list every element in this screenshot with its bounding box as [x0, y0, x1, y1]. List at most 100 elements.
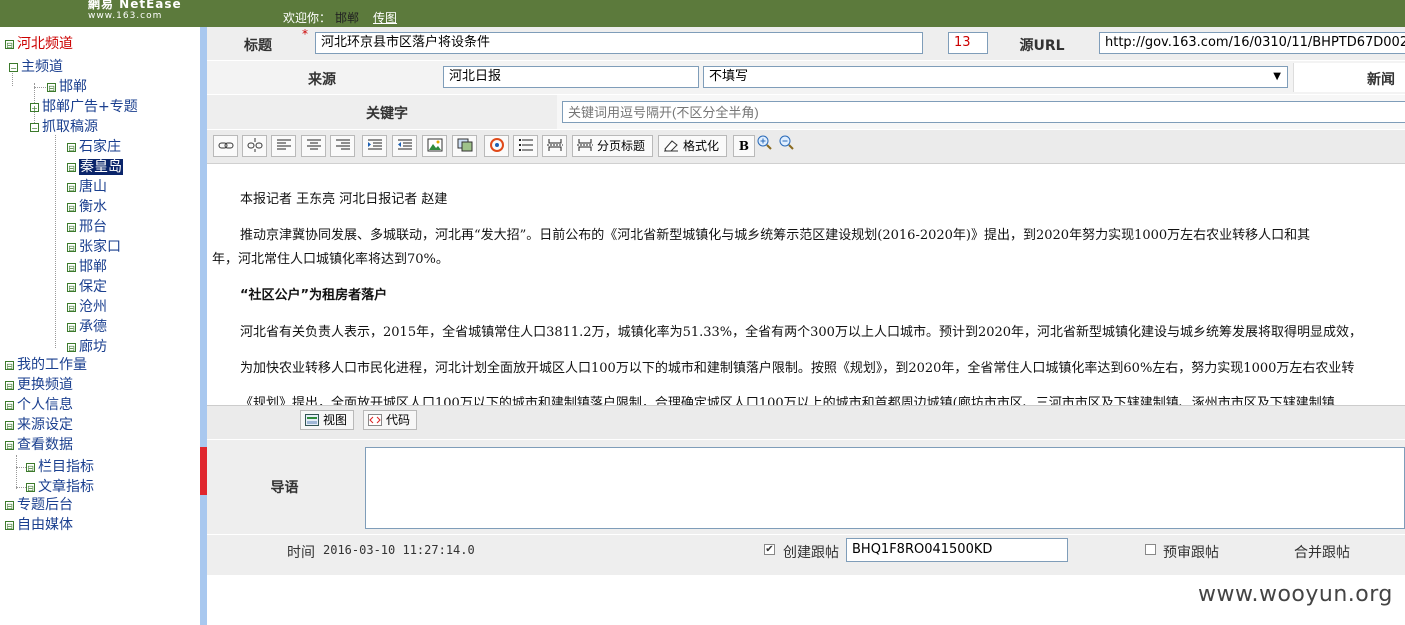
- tree-self-media[interactable]: ⊟ 自由媒体: [5, 515, 73, 535]
- netease-logo: 網易 NetEase www.163.com: [88, 0, 182, 22]
- tree-city-item[interactable]: ⊟ 邯郸: [67, 257, 107, 277]
- logo-url: www.163.com: [88, 11, 163, 21]
- editor-content[interactable]: 本报记者 王东亮 河北日报记者 赵建 推动京津冀协同发展、多城联动，河北再“发大…: [207, 164, 1405, 406]
- node-icon: ⊟: [5, 380, 14, 391]
- gallery-icon[interactable]: [452, 135, 477, 157]
- paragraph-continued: 年，河北常住人口城镇化率将达到70%。: [212, 252, 449, 267]
- source-url-label: 源URL: [1019, 38, 1065, 54]
- tree-handan[interactable]: ⊟ 邯郸: [47, 77, 87, 97]
- zoom-out-icon[interactable]: [779, 135, 795, 151]
- indent-icon[interactable]: [362, 135, 387, 157]
- upload-image-link[interactable]: 传图: [373, 11, 397, 25]
- review-thread-checkbox[interactable]: [1145, 544, 1156, 555]
- tree-city-item[interactable]: ⊟ 廊坊: [67, 337, 107, 357]
- tree-crawl-sources[interactable]: − 抓取稿源: [30, 117, 98, 137]
- node-icon: ⊟: [67, 202, 76, 213]
- tree-city-item-selected[interactable]: ⊟ 秦皇岛: [67, 157, 123, 177]
- media-icon[interactable]: [484, 135, 509, 157]
- node-icon: ⊟: [67, 342, 76, 353]
- lead-textarea[interactable]: [365, 447, 1405, 529]
- align-right-icon[interactable]: [330, 135, 355, 157]
- tree-city-item[interactable]: ⊟ 唐山: [67, 177, 107, 197]
- time-value: 2016-03-10 11:27:14.0: [323, 543, 475, 557]
- frame-marker: [200, 447, 207, 495]
- tree-root-hebei[interactable]: ⊟ 河北频道: [5, 34, 73, 54]
- node-icon: ⊟: [67, 162, 76, 173]
- unlink-icon[interactable]: [242, 135, 267, 157]
- view-mode-button[interactable]: 视图: [300, 410, 355, 430]
- zoom-in-icon[interactable]: [757, 135, 773, 151]
- source-select[interactable]: 不填写 ▼: [703, 66, 1288, 88]
- code-mode-button[interactable]: 代码: [363, 410, 418, 430]
- tree-city-item[interactable]: ⊟ 邢台: [67, 217, 107, 237]
- link-icon[interactable]: [213, 135, 238, 157]
- node-icon: ⊟: [67, 182, 76, 193]
- node-icon: ⊟: [5, 39, 14, 50]
- outdent-icon[interactable]: [392, 135, 417, 157]
- tree-view-data[interactable]: ⊟ 查看数据: [5, 435, 73, 455]
- node-icon: ⊟: [26, 482, 35, 493]
- node-icon: ⊟: [5, 420, 14, 431]
- tree-handan-ads[interactable]: + 邯郸广告+专题: [30, 97, 138, 117]
- frame-divider[interactable]: [200, 27, 207, 625]
- expand-icon[interactable]: +: [30, 102, 39, 113]
- tree-topic-backend[interactable]: ⊟ 专题后台: [5, 495, 73, 515]
- collapse-icon[interactable]: −: [30, 122, 39, 133]
- top-bar: 網易 NetEase www.163.com 欢迎你： 邯郸 传图: [0, 0, 1405, 27]
- node-icon: ⊟: [67, 322, 76, 333]
- source-url-input[interactable]: http://gov.163.com/16/0310/11/BHPTD67D00…: [1099, 32, 1405, 54]
- create-thread-checkbox[interactable]: ✔: [764, 544, 775, 555]
- tree-city-item[interactable]: ⊟ 承德: [67, 317, 107, 337]
- title-input[interactable]: 河北环京县市区落户将设条件: [315, 32, 923, 54]
- node-icon: ⊟: [67, 302, 76, 313]
- format-button[interactable]: 格式化: [658, 135, 727, 157]
- align-left-icon[interactable]: [271, 135, 296, 157]
- form-footer: [207, 565, 1405, 575]
- node-icon: ⊟: [67, 282, 76, 293]
- align-center-icon[interactable]: [301, 135, 326, 157]
- lead-row: 导语: [207, 440, 1405, 534]
- paragraph: 本报记者 王东亮 河北日报记者 赵建: [240, 192, 448, 207]
- logo-brand: 網易 NetEase: [88, 0, 182, 11]
- page-title-button[interactable]: 分页标题: [572, 135, 653, 157]
- source-input[interactable]: 河北日报: [443, 66, 699, 88]
- tree-main-channel[interactable]: − 主频道: [9, 57, 63, 77]
- news-cell: 新闻: [1293, 63, 1405, 92]
- tree-city-item[interactable]: ⊟ 石家庄: [67, 137, 121, 157]
- insert-image-icon[interactable]: [422, 135, 447, 157]
- tree-city-item[interactable]: ⊟ 衡水: [67, 197, 107, 217]
- keyword-input[interactable]: [562, 101, 1405, 123]
- page-break-icon[interactable]: [542, 135, 567, 157]
- collapse-icon[interactable]: −: [9, 62, 18, 73]
- section-heading: “社区公户”为租房者落户: [240, 288, 388, 303]
- channel-tree: ⊟ 河北频道 − 主频道 ⊟ 邯郸 + 邯郸广告+专题 − 抓取稿源 ⊟ 石家庄 ⊟ 秦皇岛 …: [0, 27, 200, 625]
- view-mode-label: 视图: [323, 413, 348, 427]
- node-icon: ⊟: [5, 500, 14, 511]
- source-select-value: 不填写: [709, 69, 749, 84]
- title-label: 标题: [244, 38, 272, 54]
- node-icon: ⊟: [67, 222, 76, 233]
- list-icon[interactable]: [513, 135, 538, 157]
- tree-column-metrics[interactable]: ⊟ 栏目指标: [26, 457, 94, 477]
- tree-article-metrics[interactable]: ⊟ 文章指标: [26, 477, 94, 497]
- tree-city-item[interactable]: ⊟ 张家口: [67, 237, 121, 257]
- merge-thread-label[interactable]: 合并跟帖: [1294, 542, 1350, 562]
- tree-source-settings[interactable]: ⊟ 来源设定: [5, 415, 73, 435]
- thread-id-input[interactable]: BHQ1F8RO041500KD: [846, 538, 1068, 562]
- eraser-icon: [664, 140, 678, 152]
- tree-personal-info[interactable]: ⊟ 个人信息: [5, 395, 73, 415]
- time-label: 时间: [287, 545, 315, 561]
- node-icon: ⊟: [5, 400, 14, 411]
- tree-change-channel[interactable]: ⊟ 更换频道: [5, 375, 73, 395]
- node-icon: ⊟: [67, 242, 76, 253]
- bold-button[interactable]: B: [733, 135, 755, 157]
- article-editor-form: 标题 * 河北环京县市区落户将设条件 13 源URL http://gov.16…: [207, 27, 1405, 625]
- tree-my-workbench[interactable]: ⊟ 我的工作量: [5, 355, 87, 375]
- keyword-row: 关键字: [207, 95, 1405, 129]
- node-icon: ⊟: [67, 262, 76, 273]
- paragraph: 《规划》提出，全面放开城区人口100万以下的城市和建制镇落户限制，合理确定城区人…: [240, 396, 1335, 406]
- paragraph: 为加快农业转移人口市民化进程，河北计划全面放开城区人口100万以下的城市和建制镇…: [240, 361, 1355, 376]
- tree-city-item[interactable]: ⊟ 保定: [67, 277, 107, 297]
- tree-city-item[interactable]: ⊟ 沧州: [67, 297, 107, 317]
- node-icon: ⊟: [47, 82, 56, 93]
